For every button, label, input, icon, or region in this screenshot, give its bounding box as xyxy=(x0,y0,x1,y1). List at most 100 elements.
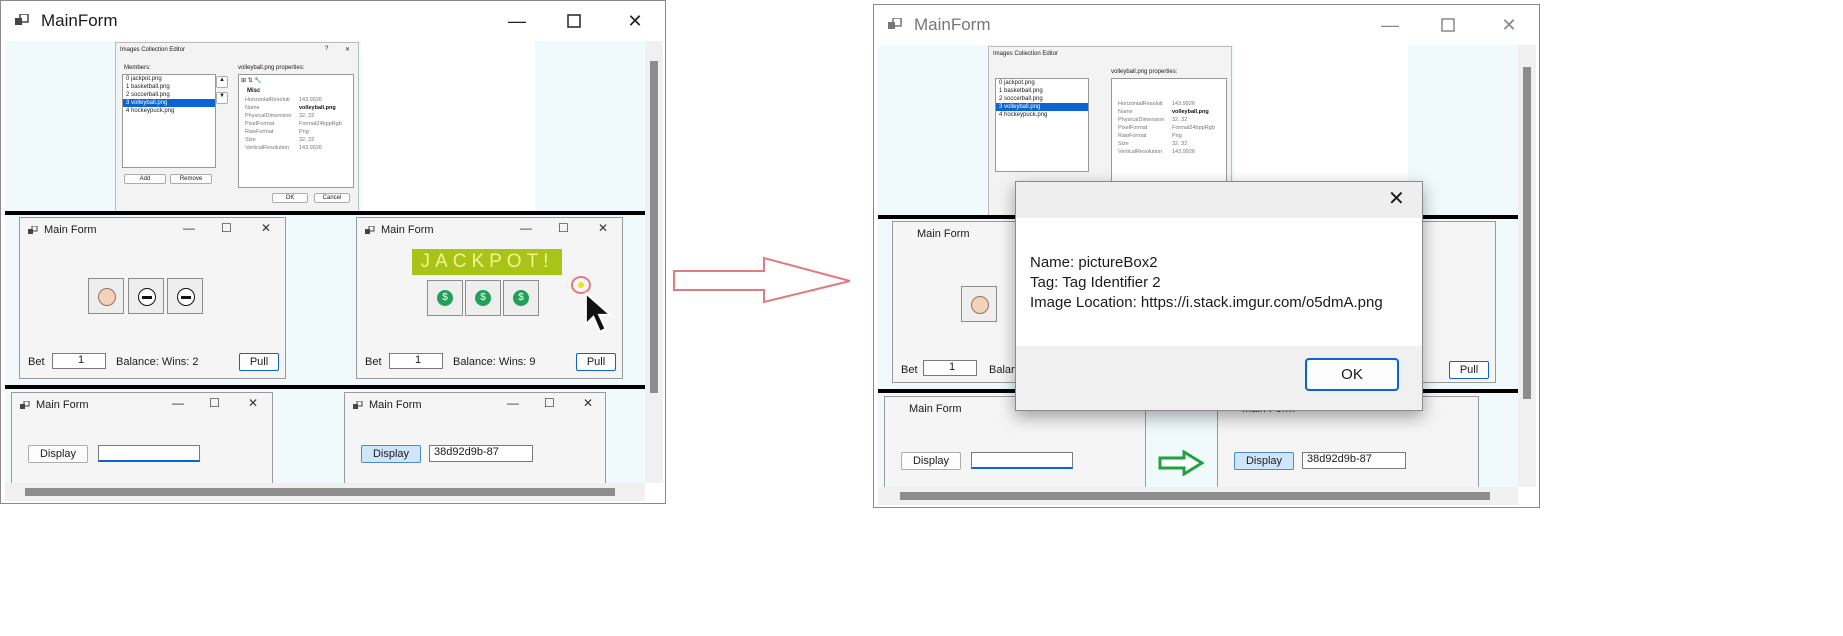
bet-stepper[interactable]: 1 xyxy=(389,353,443,369)
display-button[interactable]: Display xyxy=(28,445,88,463)
cancel-button[interactable]: Cancel xyxy=(314,193,350,203)
horizontal-scrollbar[interactable] xyxy=(5,483,645,501)
property-value: Png xyxy=(1172,133,1182,139)
members-list[interactable]: 0 jackpot.png 1 basketball.png 2 soccerbal… xyxy=(122,74,216,168)
properties-label: volleyball.png properties: xyxy=(1111,69,1178,75)
property-row[interactable]: PhysicalDimension 32, 32 xyxy=(245,113,349,119)
balance-label: Balance: Wins: 9 xyxy=(453,356,536,368)
app-icon xyxy=(353,401,363,409)
member-item[interactable]: 4 hockeypuck.png xyxy=(123,107,215,115)
property-row[interactable]: VerticalResolution 143.9926 xyxy=(245,145,349,151)
close-button[interactable]: ✕ xyxy=(583,396,593,410)
message-box: ✕ Name: pictureBox2 Tag: Tag Identifier … xyxy=(1015,181,1423,411)
close-button[interactable]: ✕ xyxy=(261,221,271,235)
member-item[interactable]: 1 basketball.png xyxy=(996,87,1088,95)
member-item[interactable]: 3 volleyball.png xyxy=(996,103,1088,111)
member-item[interactable]: 0 jackpot.png xyxy=(996,79,1088,87)
text-input[interactable]: 38d92d9b-87 xyxy=(429,445,533,462)
slot-reel-3[interactable]: $ xyxy=(503,280,539,316)
pull-button[interactable]: Pull xyxy=(1449,361,1489,379)
jackpot-banner: JACKPOT! xyxy=(412,249,562,275)
editor-help-button[interactable]: ? xyxy=(325,46,328,52)
scroll-thumb[interactable] xyxy=(900,492,1490,500)
minimize-button[interactable]: — xyxy=(1376,11,1404,39)
slot-reel-2[interactable] xyxy=(128,278,164,314)
vertical-scrollbar[interactable] xyxy=(1518,45,1536,487)
app-icon xyxy=(888,18,902,29)
horizontal-scrollbar[interactable] xyxy=(878,487,1518,505)
close-button[interactable]: ✕ xyxy=(1388,186,1405,211)
maximize-button[interactable] xyxy=(1434,11,1462,39)
maximize-button[interactable]: ☐ xyxy=(558,221,569,235)
move-down-button[interactable]: ▼ xyxy=(216,92,228,104)
slot-reel-1[interactable] xyxy=(961,286,997,322)
bet-stepper[interactable]: 1 xyxy=(52,353,106,369)
close-button[interactable]: ✕ xyxy=(598,221,608,235)
property-row[interactable]: Size 32, 32 xyxy=(245,137,349,143)
scroll-thumb[interactable] xyxy=(650,61,658,393)
vertical-scrollbar[interactable] xyxy=(645,41,663,483)
member-item[interactable]: 2 soccerball.png xyxy=(123,91,215,99)
text-input[interactable]: 38d92d9b-87 xyxy=(1302,452,1406,469)
close-button[interactable]: ✕ xyxy=(248,396,258,410)
slot-reel-1[interactable]: $ xyxy=(427,280,463,316)
ok-button[interactable]: OK xyxy=(1305,358,1399,391)
window-title: MainForm xyxy=(41,11,118,30)
property-row[interactable]: VerticalResolution 143.9926 xyxy=(1118,149,1222,155)
editor-close-button[interactable]: ✕ xyxy=(345,46,350,53)
property-row[interactable]: PixelFormat Format24bppRgb xyxy=(1118,125,1222,131)
text-input[interactable] xyxy=(971,452,1073,469)
property-row[interactable]: HorizontalResoluti 143.9926 xyxy=(245,97,349,103)
display-button[interactable]: Display xyxy=(1234,452,1294,470)
property-row[interactable]: HorizontalResoluti 143.9926 xyxy=(1118,101,1222,107)
property-row[interactable]: PixelFormat Format24bppRgb xyxy=(245,121,349,127)
minimize-button[interactable]: — xyxy=(172,396,184,410)
property-row[interactable]: Name volleyball.png xyxy=(1118,109,1222,115)
pull-button[interactable]: Pull xyxy=(576,353,616,371)
maximize-button[interactable]: ☐ xyxy=(209,396,220,410)
maximize-button[interactable] xyxy=(560,7,588,35)
minimize-button[interactable]: — xyxy=(520,221,532,235)
slot-reel-1[interactable] xyxy=(88,278,124,314)
member-item[interactable]: 1 basketball.png xyxy=(123,83,215,91)
hockeypuck-icon xyxy=(138,288,156,306)
property-row[interactable]: Name volleyball.png xyxy=(245,105,349,111)
slot-reel-2[interactable]: $ xyxy=(465,280,501,316)
property-value: 32, 32 xyxy=(299,137,315,143)
images-collection-editor: Images Collection Editor ? ✕ Members: 0 … xyxy=(115,42,359,212)
close-button[interactable]: ✕ xyxy=(1495,11,1523,39)
scroll-thumb[interactable] xyxy=(25,488,615,496)
editor-title: Images Collection Editor xyxy=(993,51,1059,57)
minimize-button[interactable]: — xyxy=(507,396,519,410)
minimize-button[interactable]: — xyxy=(183,221,195,235)
slot-reel-3[interactable] xyxy=(167,278,203,314)
property-row[interactable]: Size 32, 32 xyxy=(1118,141,1222,147)
property-grid[interactable]: HorizontalResoluti 143.9926 Name volleyball… xyxy=(1111,78,1227,192)
maximize-button[interactable]: ☐ xyxy=(544,396,555,410)
add-button[interactable]: Add xyxy=(124,174,166,184)
members-items: 0 jackpot.png 1 basketball.png 2 soccerbal… xyxy=(123,75,215,115)
remove-button[interactable]: Remove xyxy=(170,174,212,184)
member-item[interactable]: 2 soccerball.png xyxy=(996,95,1088,103)
bet-stepper[interactable]: 1 xyxy=(923,360,977,376)
property-row[interactable]: RawFormat Png xyxy=(1118,133,1222,139)
member-item[interactable]: 4 hockeypuck.png xyxy=(996,111,1088,119)
display-button[interactable]: Display xyxy=(361,445,421,463)
display-button[interactable]: Display xyxy=(901,452,961,470)
minimize-button[interactable]: — xyxy=(503,7,531,35)
property-value: Png xyxy=(299,129,309,135)
pull-button[interactable]: Pull xyxy=(239,353,279,371)
property-row[interactable]: RawFormat Png xyxy=(245,129,349,135)
scroll-thumb[interactable] xyxy=(1523,67,1531,399)
close-button[interactable]: ✕ xyxy=(621,7,649,35)
ok-button[interactable]: OK xyxy=(272,193,308,203)
members-list[interactable]: 0 jackpot.png 1 basketball.png 2 soccerbal… xyxy=(995,78,1089,172)
maximize-button[interactable]: ☐ xyxy=(221,221,232,235)
text-input[interactable] xyxy=(98,445,200,462)
property-name: PhysicalDimension xyxy=(245,113,292,119)
property-row[interactable]: PhysicalDimension 32, 32 xyxy=(1118,117,1222,123)
property-grid[interactable]: ⊞ ⇅ 🔧 Misc HorizontalResoluti 143.9926 Nam… xyxy=(238,74,354,188)
move-up-button[interactable]: ▲ xyxy=(216,76,228,88)
member-item[interactable]: 0 jackpot.png xyxy=(123,75,215,83)
member-item[interactable]: 3 volleyball.png xyxy=(123,99,215,107)
